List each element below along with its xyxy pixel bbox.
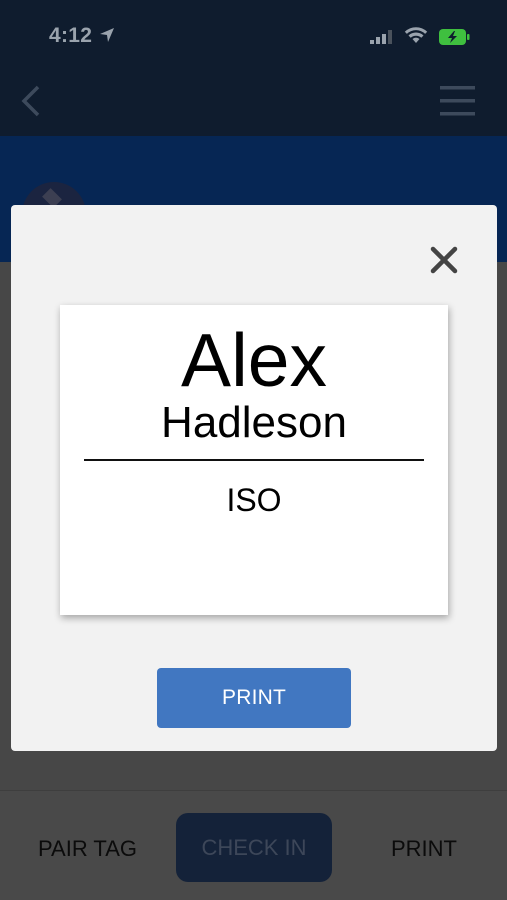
battery-charging-icon <box>439 29 470 45</box>
cellular-signal-icon <box>370 30 392 44</box>
print-tab-button[interactable]: PRINT <box>391 836 457 862</box>
status-time: 4:12 <box>49 24 93 47</box>
location-arrow-icon <box>100 28 114 42</box>
name-badge-preview: Alex Hadleson ISO <box>60 305 448 615</box>
chevron-left-icon[interactable] <box>18 84 44 118</box>
badge-first-name: Alex <box>181 318 327 402</box>
print-button[interactable]: PRINT <box>157 668 351 728</box>
check-in-button[interactable]: CHECK IN <box>176 813 332 882</box>
wifi-icon <box>404 27 428 43</box>
badge-last-name: Hadleson <box>161 398 347 447</box>
close-icon[interactable] <box>428 244 460 276</box>
nav-bar <box>0 68 507 136</box>
badge-organization: ISO <box>226 482 282 518</box>
badge-divider <box>84 459 424 461</box>
pair-tag-button[interactable]: PAIR TAG <box>38 836 137 862</box>
hamburger-menu-icon[interactable] <box>440 86 475 116</box>
